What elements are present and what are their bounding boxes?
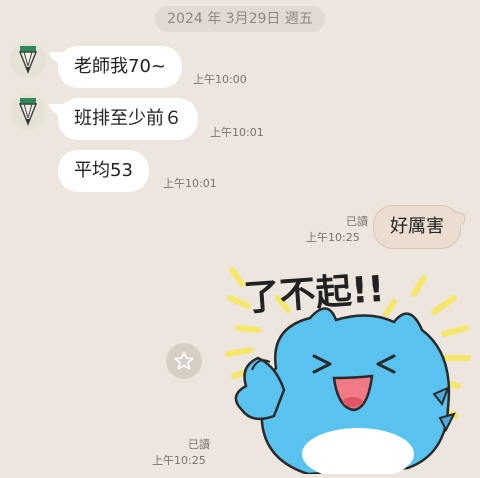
message-bubble[interactable]: 班排至少前６	[58, 98, 198, 140]
date-separator: 2024 年 3月29日 週五	[155, 6, 325, 32]
message-bubble[interactable]: 老師我70~	[58, 46, 182, 88]
sticker-message[interactable]: 了不起!!	[218, 258, 480, 478]
star-icon	[174, 351, 194, 370]
sender-avatar[interactable]	[10, 42, 46, 78]
pencil-avatar-icon	[18, 46, 38, 75]
message-time: 上午10:25	[152, 454, 206, 467]
sticker-text: 了不起!!	[242, 269, 385, 320]
outgoing-message-bubble[interactable]: 好厲害	[373, 205, 461, 249]
pencil-avatar-icon	[18, 98, 38, 127]
read-receipt: 已讀	[346, 215, 368, 228]
message-time: 上午10:00	[193, 73, 247, 86]
message-time: 上午10:01	[210, 126, 264, 139]
message-time: 上午10:01	[163, 177, 217, 190]
read-receipt: 已讀	[188, 438, 210, 451]
favorite-sticker-button[interactable]	[166, 343, 202, 379]
message-bubble[interactable]: 平均53	[58, 150, 149, 192]
sender-avatar[interactable]	[10, 94, 46, 130]
message-time: 上午10:25	[306, 231, 360, 244]
cat-sticker-image: 了不起!!	[225, 267, 471, 478]
